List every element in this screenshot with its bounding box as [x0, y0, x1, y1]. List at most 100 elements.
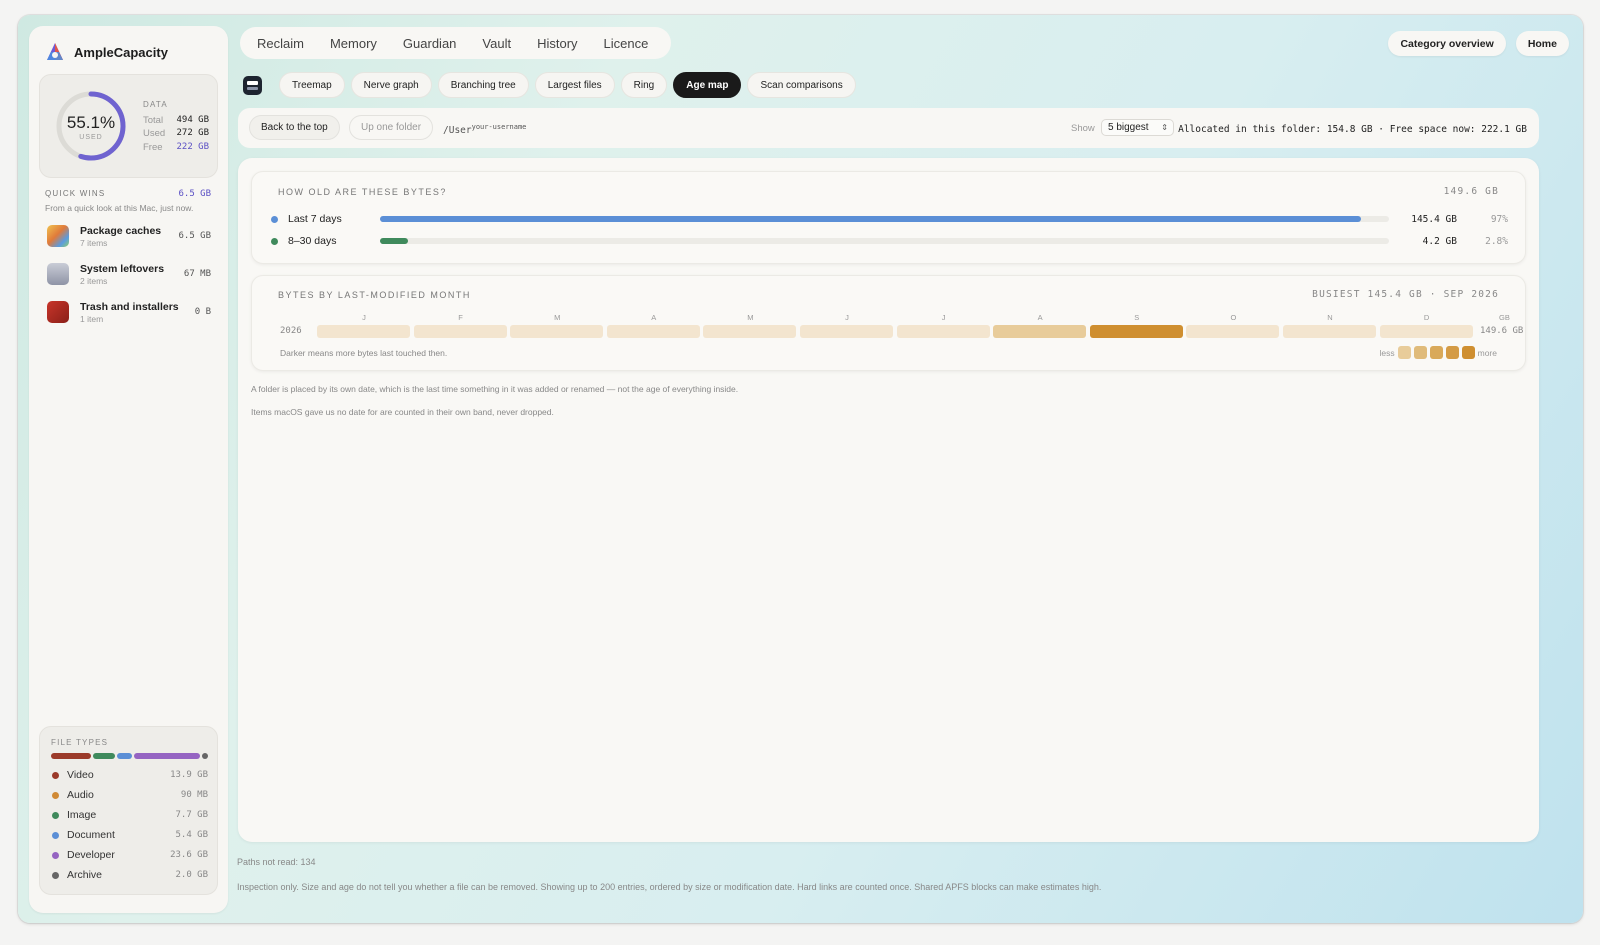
nav-reclaim[interactable]: Reclaim [244, 36, 317, 51]
quick-win-system-leftovers[interactable]: System leftovers 2 items 67 MB [47, 259, 211, 289]
app-logo-icon [47, 43, 63, 60]
file-types-label: FILE TYPES [51, 738, 109, 747]
quick-win-package-caches[interactable]: Package caches 7 items 6.5 GB [47, 221, 211, 251]
month-cell[interactable] [1379, 325, 1473, 338]
age-card-title: HOW OLD ARE THESE BYTES? [278, 187, 447, 197]
month-label: J [362, 313, 366, 322]
folder-date-note: A folder is placed by its own date, whic… [251, 384, 739, 394]
disk-usage-card: 55.1% USED DATA Total 494 GB Used 272 GB… [39, 74, 218, 178]
quick-win-trash-installers[interactable]: Trash and installers 1 item 0 B [47, 297, 211, 327]
quick-win-title: Package caches [80, 224, 162, 237]
heatmap-scale: less more [1379, 346, 1497, 359]
month-cell[interactable] [896, 325, 990, 338]
image-dot [52, 811, 59, 819]
month-cell[interactable] [1283, 325, 1376, 338]
month-cell[interactable] [993, 325, 1087, 338]
total-row: Total 494 GB [143, 115, 209, 126]
category-overview-button[interactable]: Category overview [1388, 31, 1506, 56]
nav-vault[interactable]: Vault [469, 36, 524, 51]
month-cell[interactable] [606, 325, 700, 338]
month-cell[interactable] [1089, 325, 1183, 338]
document-dot [52, 831, 59, 839]
tab-largest-files[interactable]: Largest files [534, 72, 615, 98]
month-label: M [554, 313, 561, 322]
total-label: Total [143, 115, 164, 126]
ft-bar-developer [133, 753, 201, 759]
audio-dot [52, 791, 59, 799]
age-bar-track [380, 238, 1389, 244]
month-label: N [1327, 313, 1333, 322]
tab-treemap[interactable]: Treemap [279, 72, 345, 98]
scale-swatch-5 [1461, 346, 1475, 359]
data-label: DATA [143, 100, 168, 109]
month-cell[interactable] [703, 325, 797, 338]
age-card-total: 149.6 GB [1443, 186, 1499, 197]
month-cell[interactable] [413, 325, 507, 338]
brand: AmpleCapacity [45, 42, 168, 62]
quick-win-size: 67 MB [183, 269, 211, 279]
scale-swatch-1 [1397, 346, 1411, 359]
nav-licence[interactable]: Licence [591, 36, 662, 51]
used-label: Used [143, 128, 166, 139]
heatmap-year: 2026 [280, 326, 302, 336]
month-cell[interactable] [800, 325, 893, 338]
tab-nerve-graph[interactable]: Nerve graph [350, 72, 432, 98]
age-bar-fill [380, 238, 409, 244]
month-cell[interactable] [1186, 325, 1280, 338]
age-bar-fill [380, 216, 1361, 222]
file-type-document[interactable]: Document 5.4 GB [52, 829, 208, 841]
archive-dot [52, 871, 59, 879]
file-type-developer[interactable]: Developer 23.6 GB [52, 849, 208, 861]
path-text: /User [443, 125, 472, 136]
back-to-top-button[interactable]: Back to the top [249, 115, 340, 140]
file-type-audio[interactable]: Audio 90 MB [52, 789, 208, 801]
age-size: 145.4 GB [1411, 213, 1457, 225]
age-row-8-30-days[interactable]: 8–30 days 4.2 GB 2.8% [271, 234, 1511, 248]
path-bar: Back to the top Up one folder /Useryour-… [238, 108, 1539, 148]
month-cell[interactable] [317, 325, 410, 338]
used-row: Used 272 GB [143, 128, 209, 139]
drive-icon [47, 263, 69, 285]
show-count-select[interactable]: 5 biggest ⇕ [1101, 119, 1174, 136]
quick-win-title: Trash and installers [80, 300, 179, 313]
file-type-archive[interactable]: Archive 2.0 GB [52, 869, 208, 881]
usage-caption: USED [79, 134, 103, 141]
month-label: J [941, 313, 946, 322]
scale-more: more [1477, 347, 1497, 358]
age-row-last-7-days[interactable]: Last 7 days 145.4 GB 97% [271, 212, 1511, 226]
file-type-size: 13.9 GB [170, 770, 208, 780]
month-label: O [1230, 313, 1237, 322]
scale-less: less [1379, 347, 1395, 358]
nav-memory[interactable]: Memory [317, 36, 390, 51]
tab-branching-tree[interactable]: Branching tree [437, 72, 529, 98]
home-button[interactable]: Home [1515, 31, 1569, 56]
nav-guardian[interactable]: Guardian [390, 36, 469, 51]
chevron-updown-icon: ⇕ [1161, 123, 1168, 132]
tab-scan-comparisons[interactable]: Scan comparisons [747, 72, 856, 98]
up-one-folder-button[interactable]: Up one folder [349, 115, 434, 140]
file-type-video[interactable]: Video 13.9 GB [52, 769, 208, 781]
free-label: Free [143, 142, 163, 153]
month-cell[interactable] [510, 325, 604, 338]
file-type-image[interactable]: Image 7.7 GB [52, 809, 208, 821]
developer-dot [52, 851, 59, 859]
quick-win-size: 6.5 GB [178, 231, 211, 241]
monthly-heatmap-card: BYTES BY LAST-MODIFIED MONTH BUSIEST 145… [251, 275, 1526, 371]
quick-win-count: 7 items [80, 237, 108, 248]
heatmap-title: BYTES BY LAST-MODIFIED MONTH [278, 290, 471, 300]
scale-swatch-2 [1413, 346, 1427, 359]
file-type-name: Archive [67, 869, 103, 881]
nav-history[interactable]: History [524, 36, 590, 51]
file-type-size: 5.4 GB [175, 830, 208, 840]
quick-win-count: 1 item [80, 313, 104, 324]
footer-disclaimer: Inspection only. Size and age do not tel… [237, 882, 1102, 892]
total-value: 494 GB [176, 115, 209, 125]
path-username: your-username [471, 123, 527, 131]
file-type-name: Image [67, 809, 97, 821]
age-dot [271, 237, 278, 245]
tab-age-map[interactable]: Age map [673, 72, 742, 98]
tab-ring[interactable]: Ring [620, 72, 668, 98]
paths-not-read: Paths not read: 134 [237, 857, 316, 867]
heatmap-unit: GB [1499, 313, 1510, 322]
age-percent: 97% [1490, 213, 1508, 225]
